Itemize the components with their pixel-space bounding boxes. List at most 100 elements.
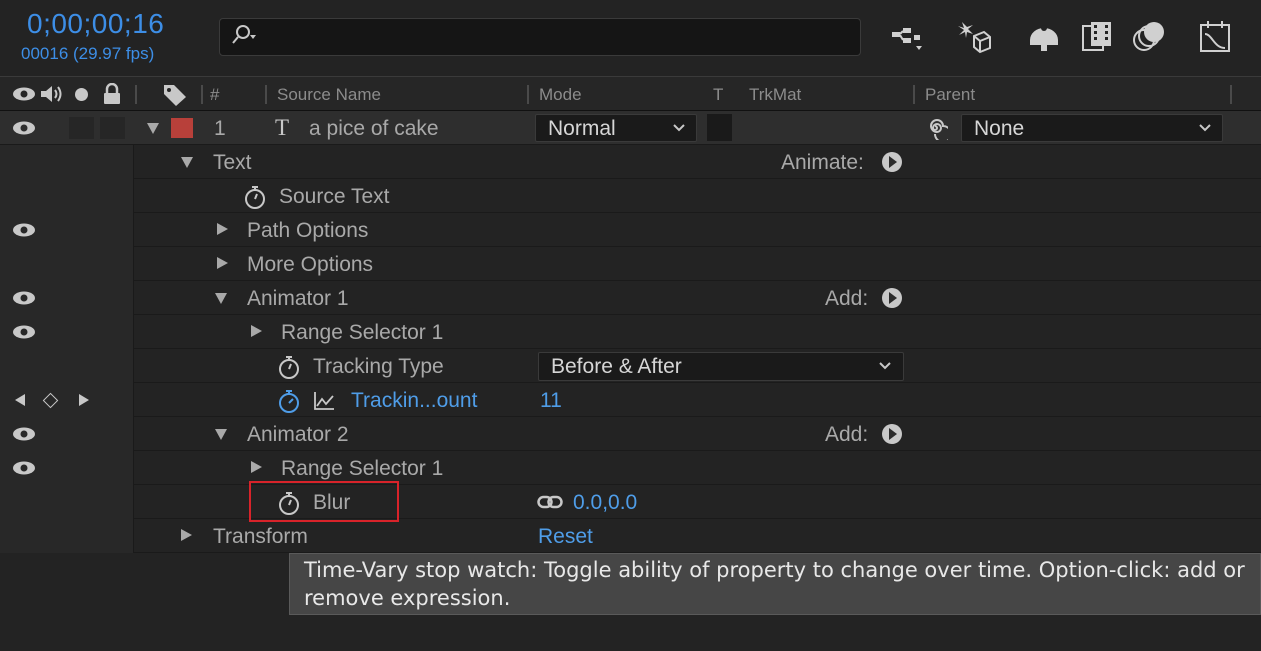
eye-icon[interactable] (11, 426, 37, 442)
trkmat-switch[interactable] (707, 114, 732, 141)
switch-cell (0, 213, 134, 247)
composition-mini-flowchart-icon[interactable] (889, 18, 927, 56)
link-constrain-icon[interactable] (537, 495, 563, 509)
eye-icon[interactable] (11, 324, 37, 340)
eye-icon[interactable] (11, 290, 37, 306)
tracking-type-value: Before & After (551, 355, 682, 378)
column-trkmat[interactable]: TrkMat (749, 85, 801, 105)
expand-icon[interactable] (215, 429, 227, 440)
layer-search-box[interactable] (219, 18, 861, 56)
property-label: Animator 1 (247, 287, 349, 310)
property-label: Text (213, 151, 252, 174)
eye-icon[interactable] (11, 222, 37, 238)
chevron-down-icon (1199, 124, 1211, 132)
layer-name[interactable]: a pice of cake (309, 117, 439, 141)
switch-cell (0, 145, 134, 179)
expand-icon[interactable] (251, 461, 262, 473)
property-row-text[interactable]: Text Animate: (0, 145, 1261, 179)
add-menu-icon[interactable] (882, 424, 902, 444)
shy-layers-icon[interactable] (1025, 18, 1063, 56)
column-mode[interactable]: Mode (539, 85, 582, 105)
switch-cell (0, 485, 134, 519)
expand-icon[interactable] (217, 223, 228, 235)
property-row-tracking-type[interactable]: Tracking Type Before & After (0, 349, 1261, 383)
chevron-down-icon (673, 124, 685, 132)
frame-blending-icon[interactable] (1079, 18, 1117, 56)
search-icon[interactable] (232, 22, 260, 48)
blur-value[interactable]: 0.0,0.0 (573, 491, 637, 515)
search-input[interactable] (262, 25, 846, 51)
property-label: Transform (213, 525, 308, 548)
parent-select[interactable]: None (961, 114, 1223, 142)
switch-cell (0, 519, 134, 553)
column-parent[interactable]: Parent (925, 85, 975, 105)
property-row-path-options[interactable]: Path Options (0, 213, 1261, 247)
audio-toggle-icon[interactable] (39, 84, 65, 104)
video-toggle-icon[interactable] (12, 86, 36, 102)
layer-index: 1 (214, 117, 226, 140)
stopwatch-active-icon[interactable] (277, 388, 301, 414)
graph-icon[interactable] (313, 391, 335, 411)
expand-icon[interactable] (217, 257, 228, 269)
prev-keyframe-icon[interactable] (15, 394, 25, 406)
lock-icon[interactable] (102, 83, 122, 105)
column-source-name[interactable]: Source Name (277, 85, 381, 105)
property-row-more-options[interactable]: More Options (0, 247, 1261, 281)
text-layer-icon: T (275, 115, 290, 140)
stopwatch-icon[interactable] (243, 184, 267, 210)
current-time-display[interactable]: 0;00;00;16 (27, 8, 164, 40)
switch-cell (0, 349, 134, 383)
layer-row[interactable]: 1 T a pice of cake Normal None (0, 111, 1261, 145)
keyframe-navigator (0, 383, 134, 417)
property-row-blur[interactable]: Blur 0.0,0.0 (0, 485, 1261, 519)
lock-switch[interactable] (100, 117, 125, 139)
property-row-animator-1[interactable]: Animator 1 Add: (0, 281, 1261, 315)
property-label: Range Selector 1 (281, 457, 444, 480)
property-row-range-selector[interactable]: Range Selector 1 (0, 315, 1261, 349)
add-keyframe-icon[interactable] (42, 392, 59, 409)
graph-editor-icon[interactable] (1196, 18, 1234, 56)
add-menu-icon[interactable] (882, 288, 902, 308)
property-row-source-text[interactable]: Source Text (0, 179, 1261, 213)
property-label: Animator 2 (247, 423, 349, 446)
pickwhip-icon[interactable] (922, 116, 948, 140)
layer-expand-icon[interactable] (147, 123, 159, 134)
column-number[interactable]: # (210, 85, 219, 105)
next-keyframe-icon[interactable] (79, 394, 89, 406)
solo-icon[interactable] (75, 88, 88, 101)
property-row-range-selector[interactable]: Range Selector 1 (0, 451, 1261, 485)
switch-cell (0, 315, 134, 349)
solo-switch[interactable] (69, 117, 94, 139)
tracking-amount-value[interactable]: 11 (540, 389, 562, 413)
layer-label-color[interactable] (171, 118, 193, 138)
animate-menu-icon[interactable] (882, 152, 902, 172)
column-t[interactable]: T (713, 85, 723, 105)
eye-icon[interactable] (11, 120, 37, 136)
expand-icon[interactable] (215, 293, 227, 304)
switch-cell (0, 179, 134, 213)
expand-icon[interactable] (181, 529, 192, 541)
reset-link[interactable]: Reset (538, 525, 593, 549)
label-tag-icon[interactable] (162, 83, 188, 107)
chevron-down-icon (879, 362, 891, 370)
tooltip: Time-Vary stop watch: Toggle ability of … (289, 553, 1261, 615)
eye-icon[interactable] (11, 460, 37, 476)
animate-menu-label[interactable]: Animate: (781, 151, 864, 175)
draft-3d-icon[interactable] (954, 18, 992, 56)
blend-mode-value: Normal (548, 117, 616, 140)
property-row-tracking-amount[interactable]: Trackin...ount 11 (0, 383, 1261, 417)
parent-value: None (974, 117, 1025, 140)
switch-cell (0, 417, 134, 451)
stopwatch-icon[interactable] (277, 354, 301, 380)
property-label: Path Options (247, 219, 369, 242)
add-menu-label[interactable]: Add: (825, 423, 868, 447)
property-row-transform[interactable]: Transform Reset (0, 519, 1261, 553)
property-row-animator-2[interactable]: Animator 2 Add: (0, 417, 1261, 451)
expand-icon[interactable] (181, 157, 193, 168)
expand-icon[interactable] (251, 325, 262, 337)
add-menu-label[interactable]: Add: (825, 287, 868, 311)
blend-mode-select[interactable]: Normal (535, 114, 697, 142)
tracking-type-select[interactable]: Before & After (538, 352, 904, 381)
column-header-bar: # Source Name Mode T TrkMat Parent (0, 76, 1261, 111)
motion-blur-icon[interactable] (1130, 18, 1168, 56)
